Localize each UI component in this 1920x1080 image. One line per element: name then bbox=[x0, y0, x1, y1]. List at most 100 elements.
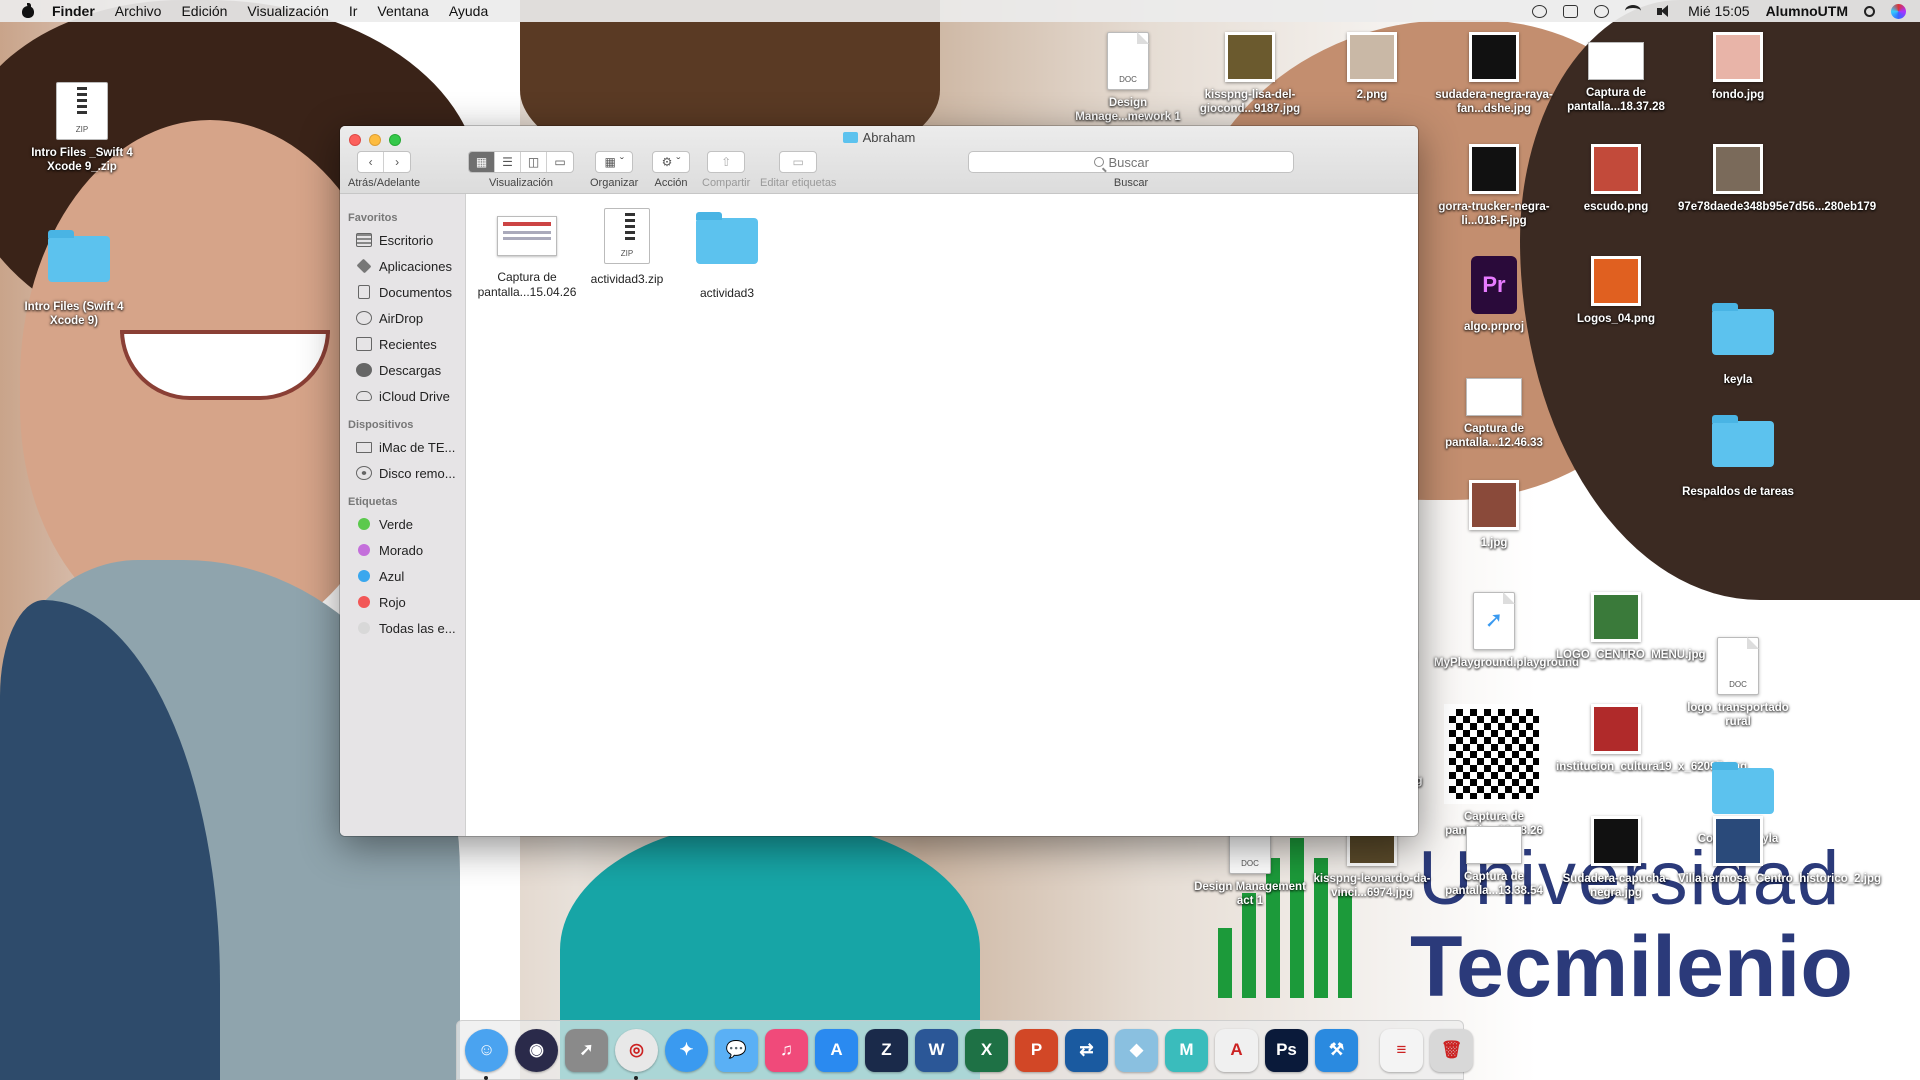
desktop-icon-item[interactable]: Captura de pantalla...12.46.33 bbox=[1434, 368, 1554, 450]
powerpoint-icon[interactable]: P bbox=[1015, 1028, 1058, 1072]
sidebar-item-verde[interactable]: Verde bbox=[340, 511, 465, 537]
menu-clock[interactable]: Mié 15:05 bbox=[1688, 3, 1749, 19]
xcode-icon[interactable]: ⚒ bbox=[1315, 1028, 1358, 1072]
nav-label: Atrás/Adelante bbox=[348, 177, 421, 189]
desktop-icon-item[interactable]: 1.jpg bbox=[1434, 480, 1554, 550]
sidebar-item-recientes[interactable]: Recientes bbox=[340, 331, 465, 357]
sidebar-item-descargas[interactable]: Descargas bbox=[340, 357, 465, 383]
search-field[interactable] bbox=[968, 151, 1294, 173]
desktop-icon-item[interactable]: DOC logo_transportado rural bbox=[1678, 636, 1798, 729]
desktop-icon-item[interactable]: gorra-trucker-negra-li...018-F.jpg bbox=[1434, 144, 1554, 228]
desktop-icon-label: 2.png bbox=[1356, 89, 1388, 101]
itunes-icon[interactable]: ♫ bbox=[765, 1028, 808, 1072]
chrome-icon[interactable]: ◎ bbox=[615, 1028, 658, 1080]
sidebar-item-rojo[interactable]: Rojo bbox=[340, 589, 465, 615]
sidebar-item-morado[interactable]: Morado bbox=[340, 537, 465, 563]
desktop-icon-item[interactable]: Captura de pantalla...13.38.54 bbox=[1434, 816, 1554, 898]
desktop-icon-item[interactable]: 97e78daede348b95e7d56...280eb179 bbox=[1678, 144, 1876, 214]
menu-visualizacion[interactable]: Visualización bbox=[247, 3, 328, 19]
desktop-icon-item[interactable]: DOC Design Manage...mework 1 bbox=[1068, 32, 1188, 124]
action-group: ⚙ ˇ Acción bbox=[652, 151, 690, 189]
spotlight-search-icon[interactable] bbox=[1864, 5, 1875, 17]
menu-app-finder[interactable]: Finder bbox=[52, 3, 95, 19]
gallery-view-button[interactable]: ▭ bbox=[547, 152, 573, 172]
sidebar-item-documentos[interactable]: Documentos bbox=[340, 279, 465, 305]
desktop-icon-item[interactable]: LOGO_CENTRO_MENU.jpg bbox=[1556, 592, 1706, 662]
siri-icon[interactable] bbox=[1891, 3, 1906, 19]
desktop-icon-item[interactable]: Respaldos de tareas bbox=[1678, 413, 1798, 499]
launchpad-icon[interactable]: ➚ bbox=[565, 1028, 608, 1072]
trash-icon[interactable]: 🗑 bbox=[1430, 1028, 1473, 1072]
acrobat-icon[interactable]: A bbox=[1215, 1028, 1258, 1072]
desktop-icon-item[interactable]: Villahermosa_Centro_historico_2.jpg bbox=[1678, 816, 1881, 886]
desktop-icon-label: 1.jpg bbox=[1480, 537, 1508, 549]
sidebar-item-escritorio[interactable]: Escritorio bbox=[340, 227, 465, 253]
desktop-icon-item[interactable]: escudo.png bbox=[1556, 144, 1676, 214]
screen-share-icon[interactable] bbox=[1563, 4, 1579, 18]
file-item-screenshot[interactable]: Captura de pantalla...15.04.26 bbox=[477, 208, 577, 300]
file-item-zip[interactable]: ZIP actividad3.zip bbox=[577, 208, 677, 287]
menu-ayuda[interactable]: Ayuda bbox=[449, 3, 488, 19]
dock-glyph: Z bbox=[881, 1040, 892, 1059]
edit-tags-button[interactable]: ▭ bbox=[779, 151, 818, 173]
desktop-icon-intro-zip[interactable]: ZIP Intro Files _Swift 4 Xcode 9_.zip bbox=[22, 82, 142, 174]
icon-view-button[interactable]: ▦ bbox=[469, 152, 495, 172]
column-view-button[interactable]: ◫ bbox=[521, 152, 547, 172]
creative-cloud-icon[interactable] bbox=[1532, 4, 1548, 18]
file-item-folder[interactable]: actividad3 bbox=[677, 208, 777, 301]
desktop-icon-intro-folder[interactable]: Intro Files (Swift 4 Xcode 9) bbox=[14, 228, 134, 328]
apple-menu-icon[interactable] bbox=[20, 3, 36, 19]
menu-bar: Finder Archivo Edición Visualización Ir … bbox=[0, 0, 1920, 22]
arrange-button[interactable]: ▦ ˇ bbox=[595, 151, 634, 173]
logo-tecmilenio-text: Tecmilenio bbox=[1410, 919, 1853, 1015]
menu-ventana[interactable]: Ventana bbox=[377, 3, 428, 19]
word-icon[interactable]: W bbox=[915, 1028, 958, 1072]
time-machine-icon[interactable] bbox=[1594, 4, 1610, 18]
back-button[interactable]: ‹ bbox=[358, 152, 385, 172]
zune-icon[interactable]: Z bbox=[865, 1028, 908, 1072]
sidebar-item-azul[interactable]: Azul bbox=[340, 563, 465, 589]
maya-icon[interactable]: M bbox=[1165, 1028, 1208, 1072]
share-button[interactable]: ⇧ bbox=[707, 151, 746, 173]
cube-icon[interactable]: ◆ bbox=[1115, 1028, 1158, 1072]
appstore-icon[interactable]: A bbox=[815, 1028, 858, 1072]
finder-icon[interactable]: ☺ bbox=[465, 1028, 508, 1080]
messages-icon[interactable]: 💬 bbox=[715, 1028, 758, 1072]
safari-icon[interactable]: ✦ bbox=[665, 1028, 708, 1072]
action-button[interactable]: ⚙ ˇ bbox=[652, 151, 690, 173]
sidebar-item-imac-de-te[interactable]: iMac de TE... bbox=[340, 434, 465, 460]
sidebar-item-disco-remo[interactable]: Disco remo... bbox=[340, 460, 465, 486]
airdrop-icon bbox=[356, 311, 372, 325]
desktop-icon-item[interactable]: Sudadera-capucha-negra.jpg bbox=[1556, 816, 1676, 900]
photoshop-icon[interactable]: Ps bbox=[1265, 1028, 1308, 1072]
desktop-icon-item[interactable]: kisspng-lisa-del-giocond...9187.jpg bbox=[1190, 32, 1310, 116]
sidebar-item-icloud-drive[interactable]: iCloud Drive bbox=[340, 383, 465, 409]
excel-icon[interactable]: X bbox=[965, 1028, 1008, 1072]
virtualbox-icon[interactable]: ⇄ bbox=[1065, 1028, 1108, 1072]
menu-user[interactable]: AlumnoUTM bbox=[1766, 3, 1848, 19]
wifi-icon[interactable] bbox=[1625, 5, 1642, 17]
desktop-icon-item[interactable]: Captura de pantalla...18.37.28 bbox=[1556, 32, 1676, 114]
forward-button[interactable]: › bbox=[384, 152, 410, 172]
sidebar-item-todas-las-e[interactable]: Todas las e... bbox=[340, 615, 465, 641]
search-input[interactable] bbox=[1108, 154, 1169, 170]
desktop-icon-item[interactable]: Logos_04.png bbox=[1556, 256, 1676, 326]
document-stack-icon[interactable]: ≡ bbox=[1380, 1028, 1423, 1072]
siri-icon[interactable]: ◉ bbox=[515, 1028, 558, 1072]
desktop-icon-item[interactable]: Pr algo.prproj bbox=[1434, 256, 1554, 334]
sidebar-item-airdrop[interactable]: AirDrop bbox=[340, 305, 465, 331]
volume-icon[interactable] bbox=[1657, 4, 1672, 18]
menu-edicion[interactable]: Edición bbox=[181, 3, 227, 19]
desktop-icon-item[interactable]: sudadera-negra-raya-fan...dshe.jpg bbox=[1434, 32, 1554, 116]
sidebar-item-aplicaciones[interactable]: Aplicaciones bbox=[340, 253, 465, 279]
desktop-icon-item[interactable]: keyla bbox=[1678, 301, 1798, 387]
desktop-icon-item[interactable]: ➚ MyPlayground.playground bbox=[1434, 592, 1579, 670]
desktop-icon-item[interactable]: institucion_cultura19_x_62097.png bbox=[1556, 704, 1747, 774]
menu-archivo[interactable]: Archivo bbox=[115, 3, 162, 19]
desktop-icon-item[interactable]: 2.png bbox=[1312, 32, 1432, 102]
menu-ir[interactable]: Ir bbox=[349, 3, 358, 19]
premiere-project-icon: Pr bbox=[1471, 256, 1517, 314]
desktop-icon-item[interactable]: fondo.jpg bbox=[1678, 32, 1798, 102]
dock-glyph: P bbox=[1030, 1040, 1043, 1059]
list-view-button[interactable]: ☰ bbox=[495, 152, 521, 172]
